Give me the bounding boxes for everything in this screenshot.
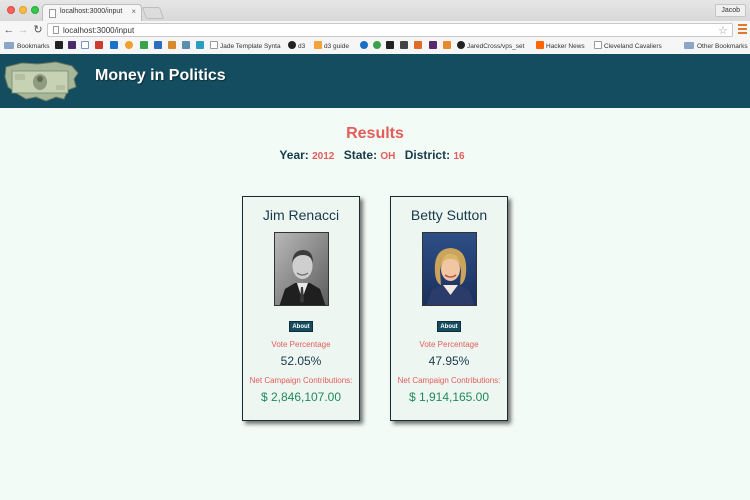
- address-bar[interactable]: localhost:3000/input ☆: [47, 23, 733, 37]
- candidate-name: Jim Renacci: [262, 207, 340, 223]
- bookmark-icon[interactable]: [125, 41, 133, 49]
- bookmarks-bar: Bookmarks Jade Template Synta d3 d3 guid…: [0, 39, 750, 54]
- d3-icon: [314, 41, 322, 49]
- bookmark-icon[interactable]: [414, 41, 422, 49]
- candidate-name: Betty Sutton: [410, 207, 488, 223]
- candidate-photo: [274, 232, 329, 306]
- bookmark-icon[interactable]: [386, 41, 394, 49]
- bookmark-icon[interactable]: [182, 41, 190, 49]
- contributions-label: Net Campaign Contributions:: [397, 376, 501, 385]
- bookmark-hacker-news[interactable]: Hacker News: [536, 41, 585, 52]
- folder-icon: [684, 42, 694, 49]
- bookmark-icon[interactable]: [168, 41, 176, 49]
- contributions-label: Net Campaign Contributions:: [249, 376, 353, 385]
- bookmark-jade[interactable]: Jade Template Synta: [210, 41, 281, 52]
- about-button[interactable]: About: [289, 321, 313, 332]
- vote-percentage-label: Vote Percentage: [271, 340, 331, 349]
- browser-chrome: localhost:3000/input × Jacob ← → ↻ local…: [0, 0, 750, 54]
- nav-bar: ← → ↻ localhost:3000/input ☆: [0, 21, 750, 39]
- bookmark-icon[interactable]: [400, 41, 408, 49]
- page-icon: [594, 41, 602, 49]
- site-title: Money in Politics: [95, 67, 226, 84]
- bookmark-icon[interactable]: [140, 41, 148, 49]
- money-map-logo: [4, 61, 79, 102]
- page-icon: [210, 41, 218, 49]
- close-window-button[interactable]: [7, 6, 15, 14]
- district-label: District:: [404, 148, 451, 162]
- candidate-photo: [422, 232, 477, 306]
- vote-percentage-label: Vote Percentage: [419, 340, 479, 349]
- state-value: OH: [380, 151, 396, 162]
- bookmark-icon[interactable]: [373, 41, 381, 49]
- bookmark-vps[interactable]: JaredCross/vps_set: [457, 41, 524, 52]
- tab-title: localhost:3000/input: [60, 8, 123, 15]
- bookmark-icon[interactable]: [95, 41, 103, 49]
- candidate-card: Jim Renacci About Vote Percentage 52.05%…: [242, 196, 360, 421]
- github-icon[interactable]: [55, 41, 63, 49]
- results-heading: Results: [346, 125, 404, 142]
- forward-arrow-icon[interactable]: →: [17, 23, 29, 37]
- maximize-window-button[interactable]: [31, 6, 39, 14]
- year-label: Year:: [279, 148, 309, 162]
- title-bar: localhost:3000/input × Jacob: [0, 0, 750, 21]
- bookmark-icon[interactable]: [110, 41, 118, 49]
- reload-icon[interactable]: ↻: [32, 23, 44, 37]
- bookmark-d3-guide[interactable]: d3 guide: [314, 41, 349, 52]
- about-button[interactable]: About: [437, 321, 461, 332]
- w-icon[interactable]: [81, 41, 89, 49]
- browser-tab[interactable]: localhost:3000/input ×: [42, 4, 142, 21]
- tab-close-icon[interactable]: ×: [131, 7, 136, 16]
- page-icon: [49, 9, 56, 18]
- district-value: 16: [453, 151, 465, 162]
- bookmark-icon[interactable]: [196, 41, 204, 49]
- candidate-card: Betty Sutton About Vote Percentage 47.95…: [390, 196, 508, 421]
- bookmark-folder[interactable]: Bookmarks: [4, 41, 50, 52]
- minimize-window-button[interactable]: [19, 6, 27, 14]
- page: Money in Politics Results Year: 2012 Sta…: [0, 54, 750, 500]
- profile-button[interactable]: Jacob: [715, 4, 746, 17]
- github-icon: [457, 41, 465, 49]
- bookmark-icon[interactable]: [68, 41, 76, 49]
- bookmark-icon[interactable]: [443, 41, 451, 49]
- page-icon: [53, 26, 59, 34]
- bookmark-icon[interactable]: [360, 41, 368, 49]
- y-icon: [536, 41, 544, 49]
- contributions-value: $ 1,914,165.00: [408, 390, 490, 404]
- state-label: State:: [343, 148, 378, 162]
- new-tab-button[interactable]: [141, 7, 165, 19]
- back-arrow-icon[interactable]: ←: [3, 23, 15, 37]
- menu-icon[interactable]: [738, 24, 747, 34]
- results-meta: Year: 2012 State: OH District: 16: [0, 148, 750, 162]
- site-header: Money in Politics: [0, 54, 750, 108]
- star-icon[interactable]: ☆: [718, 24, 728, 37]
- bookmark-other-folder[interactable]: Other Bookmarks: [684, 41, 748, 52]
- bookmark-cavaliers[interactable]: Cleveland Cavaliers: [594, 41, 662, 52]
- year-value: 2012: [312, 151, 335, 162]
- linkedin-icon[interactable]: [154, 41, 162, 49]
- folder-icon: [4, 42, 14, 49]
- vote-percentage-value: 52.05%: [280, 354, 322, 368]
- contributions-value: $ 2,846,107.00: [260, 390, 342, 404]
- url-text: localhost:3000/input: [63, 26, 135, 35]
- bookmark-d3[interactable]: d3: [288, 41, 305, 52]
- github-icon: [288, 41, 296, 49]
- vote-percentage-value: 47.95%: [428, 354, 470, 368]
- bookmark-icon[interactable]: [429, 41, 437, 49]
